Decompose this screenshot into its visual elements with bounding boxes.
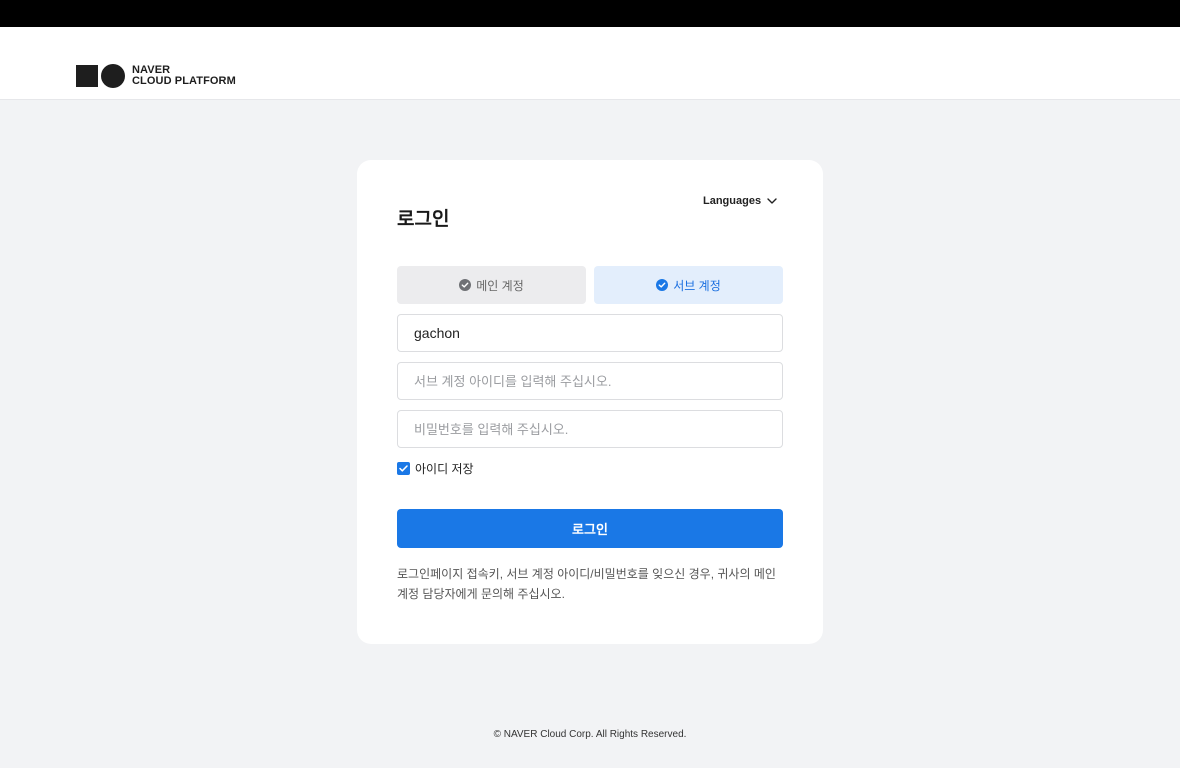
checkbox-checked-icon: [397, 462, 410, 475]
footer-copyright: © NAVER Cloud Corp. All Rights Reserved.: [493, 729, 687, 740]
login-key-input[interactable]: [397, 314, 783, 352]
logo-mark-icon: [76, 64, 125, 88]
logo-text: NAVER CLOUD PLATFORM: [132, 65, 236, 87]
help-text: 로그인페이지 접속키, 서브 계정 아이디/비밀번호를 잊으신 경우, 귀사의 …: [397, 567, 776, 601]
sub-account-id-input[interactable]: [397, 362, 783, 400]
logo-line2: CLOUD PLATFORM: [132, 75, 236, 87]
languages-dropdown[interactable]: Languages: [703, 195, 777, 207]
tab-sub-account-label: 서브 계정: [673, 278, 721, 293]
naver-cloud-logo[interactable]: NAVER CLOUD PLATFORM: [76, 64, 236, 88]
chevron-down-icon: [767, 198, 777, 204]
tab-main-account-label: 메인 계정: [476, 278, 524, 293]
account-type-tabs: 메인 계정 서브 계정: [397, 266, 783, 304]
languages-label: Languages: [703, 195, 762, 207]
browser-top-bar: [0, 0, 1180, 27]
site-header: NAVER CLOUD PLATFORM: [0, 27, 1180, 100]
tab-sub-account[interactable]: 서브 계정: [594, 266, 783, 304]
check-circle-icon: [459, 279, 472, 291]
page-title: 로그인: [397, 209, 450, 230]
password-input[interactable]: [397, 410, 783, 448]
login-button[interactable]: 로그인: [397, 509, 783, 548]
remember-id-label: 아이디 저장: [415, 462, 474, 476]
tab-main-account[interactable]: 메인 계정: [397, 266, 586, 304]
check-circle-icon: [656, 279, 669, 291]
remember-id-checkbox[interactable]: 아이디 저장: [397, 460, 474, 477]
login-card: 로그인 Languages 메인 계정 서브 계정 gachon 서브 계정 아…: [357, 160, 823, 644]
